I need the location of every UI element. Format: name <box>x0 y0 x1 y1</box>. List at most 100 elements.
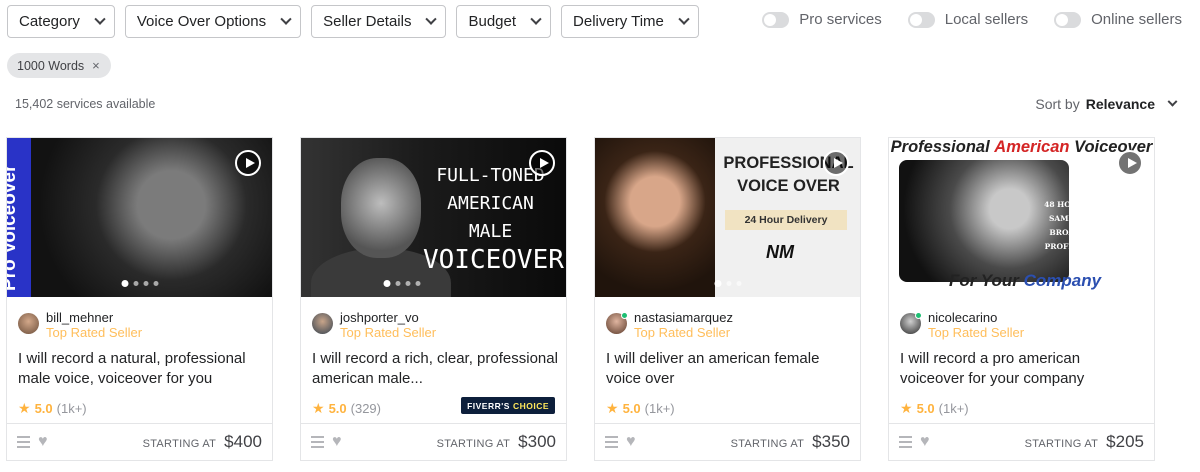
filter-label: Delivery Time <box>573 13 664 30</box>
avatar[interactable] <box>606 312 628 334</box>
carousel-dot[interactable] <box>736 281 741 286</box>
review-count: (329) <box>350 401 381 416</box>
seller-name[interactable]: nastasiamarquez <box>634 310 733 325</box>
carousel-dot[interactable] <box>415 281 421 286</box>
thumbnail-heading-text: Professional <box>890 138 995 156</box>
thumbnail-footer-accent: Company <box>1023 271 1102 290</box>
play-icon[interactable] <box>529 150 555 176</box>
gig-title[interactable]: I will record a natural, professional ma… <box>18 349 264 389</box>
gig-title[interactable]: I will record a pro american voiceover f… <box>900 349 1146 389</box>
menu-icon[interactable] <box>605 436 618 448</box>
starting-at-label: STARTING AT <box>730 438 805 450</box>
badge-accent: CHOICE <box>512 400 549 411</box>
thumbnail-line: AMERICAN <box>447 193 534 214</box>
gig-thumbnail[interactable]: Professional American Voiceover 48 HOUR … <box>889 138 1154 297</box>
carousel-dot[interactable] <box>726 281 731 286</box>
play-icon[interactable] <box>235 150 261 176</box>
gig-thumbnail[interactable]: Pro Voiceover <box>7 138 272 297</box>
carousel-dot[interactable] <box>383 280 391 287</box>
heart-icon[interactable]: ♥ <box>332 433 342 451</box>
avatar[interactable] <box>18 313 39 334</box>
menu-icon[interactable] <box>899 436 912 448</box>
chevron-down-icon <box>425 13 438 25</box>
thumbnail-line: VOICEOVER <box>423 245 564 275</box>
review-count: (1k+) <box>56 401 87 416</box>
thumbnail-footer-text: For Your <box>949 271 1024 290</box>
card-footer: ♥ STARTING AT $205 <box>889 423 1154 460</box>
carousel-dot[interactable] <box>133 281 138 286</box>
rating: ★ 5.0 (1k+) <box>18 400 87 417</box>
toggle-switch[interactable] <box>762 11 790 28</box>
toggle-group: Pro services Local sellers Online seller… <box>762 11 1182 28</box>
filter-budget[interactable]: Budget <box>456 5 552 38</box>
card-footer: ♥ STARTING AT $400 <box>7 423 272 460</box>
gig-thumbnail[interactable]: FULL-TONED AMERICAN MALE VOICEOVER <box>301 138 566 297</box>
sort-dropdown[interactable]: Sort by Relevance <box>1035 96 1178 112</box>
carousel-dots <box>383 280 421 287</box>
thumbnail-feature: PROFESSIONAL STUDIO <box>1044 242 1150 251</box>
carousel-dot[interactable] <box>395 281 401 286</box>
gig-thumbnail[interactable]: PROFESSIONAL VOICE OVER 24 Hour Delivery… <box>595 138 860 297</box>
toggle-switch[interactable] <box>1054 11 1082 28</box>
carousel-dot[interactable] <box>405 281 411 286</box>
close-icon[interactable]: × <box>92 58 100 73</box>
gig-title[interactable]: I will deliver an american female voice … <box>606 349 852 389</box>
starting-at-label: STARTING AT <box>142 438 217 450</box>
thumbnail-line: MALE <box>468 221 513 242</box>
star-icon: ★ <box>900 400 913 416</box>
menu-icon[interactable] <box>17 436 30 448</box>
online-indicator <box>621 312 628 319</box>
rating-value: 5.0 <box>34 401 53 416</box>
seller-name[interactable]: bill_mehner <box>46 310 142 325</box>
thumbnail-heading: Professional American Voiceover <box>889 138 1154 157</box>
chip-label: 1000 Words <box>17 58 85 73</box>
thumbnail-feature: 48 HOUR TURNAROUND <box>1044 200 1150 209</box>
toggle-pro-services[interactable]: Pro services <box>762 11 882 28</box>
online-indicator <box>915 312 922 319</box>
filter-voice-over-options[interactable]: Voice Over Options <box>124 5 302 38</box>
heart-icon[interactable]: ♥ <box>626 433 636 451</box>
toggle-label: Local sellers <box>944 11 1029 28</box>
chevron-down-icon <box>530 13 542 25</box>
gig-title[interactable]: I will record a rich, clear, professiona… <box>312 349 558 389</box>
seller-name[interactable]: joshporter_vo <box>340 310 436 325</box>
thumbnail-photo <box>595 138 715 297</box>
toggle-online-sellers[interactable]: Online sellers <box>1054 11 1182 28</box>
gig-card[interactable]: PROFESSIONAL VOICE OVER 24 Hour Delivery… <box>594 137 861 461</box>
filter-bar: Category Voice Over Options Seller Detai… <box>7 5 699 38</box>
carousel-dot[interactable] <box>714 280 721 287</box>
toggle-switch[interactable] <box>907 11 935 28</box>
filter-label: Voice Over Options <box>136 13 267 30</box>
menu-icon[interactable] <box>311 436 324 448</box>
carousel-dot[interactable] <box>121 280 128 287</box>
play-icon[interactable] <box>823 150 849 176</box>
thumbnail-line: VOICE OVER <box>737 177 840 195</box>
review-count: (1k+) <box>644 401 675 416</box>
card-footer: ♥ STARTING AT $300 <box>301 423 566 460</box>
seller-level: Top Rated Seller <box>928 325 1025 340</box>
starting-at-label: STARTING AT <box>1024 438 1099 450</box>
carousel-dot[interactable] <box>153 281 158 286</box>
carousel-dot[interactable] <box>143 281 148 286</box>
filter-seller-details[interactable]: Seller Details <box>311 5 447 38</box>
rating-value: 5.0 <box>916 401 935 416</box>
seller-name[interactable]: nicolecarino <box>928 310 1024 325</box>
gig-card[interactable]: Pro Voiceover bill_mehner Top Rated Sell… <box>6 137 273 461</box>
heart-icon[interactable]: ♥ <box>920 433 930 451</box>
review-count: (1k+) <box>938 401 969 416</box>
thumbnail-text: FULL-TONED AMERICAN MALE VOICEOVER <box>423 162 564 275</box>
filter-category[interactable]: Category <box>7 5 115 38</box>
play-icon[interactable] <box>1117 150 1143 176</box>
avatar[interactable] <box>312 313 333 334</box>
gig-card[interactable]: FULL-TONED AMERICAN MALE VOICEOVER joshp… <box>300 137 567 461</box>
heart-icon[interactable]: ♥ <box>38 433 48 451</box>
filter-delivery-time[interactable]: Delivery Time <box>561 5 699 38</box>
sort-value: Relevance <box>1085 96 1155 112</box>
price-value: $300 <box>518 432 556 451</box>
avatar[interactable] <box>900 312 922 334</box>
star-icon: ★ <box>312 400 325 416</box>
gig-card[interactable]: Professional American Voiceover 48 HOUR … <box>888 137 1155 461</box>
star-icon: ★ <box>18 400 31 416</box>
price: STARTING AT $300 <box>437 432 556 452</box>
toggle-local-sellers[interactable]: Local sellers <box>907 11 1029 28</box>
